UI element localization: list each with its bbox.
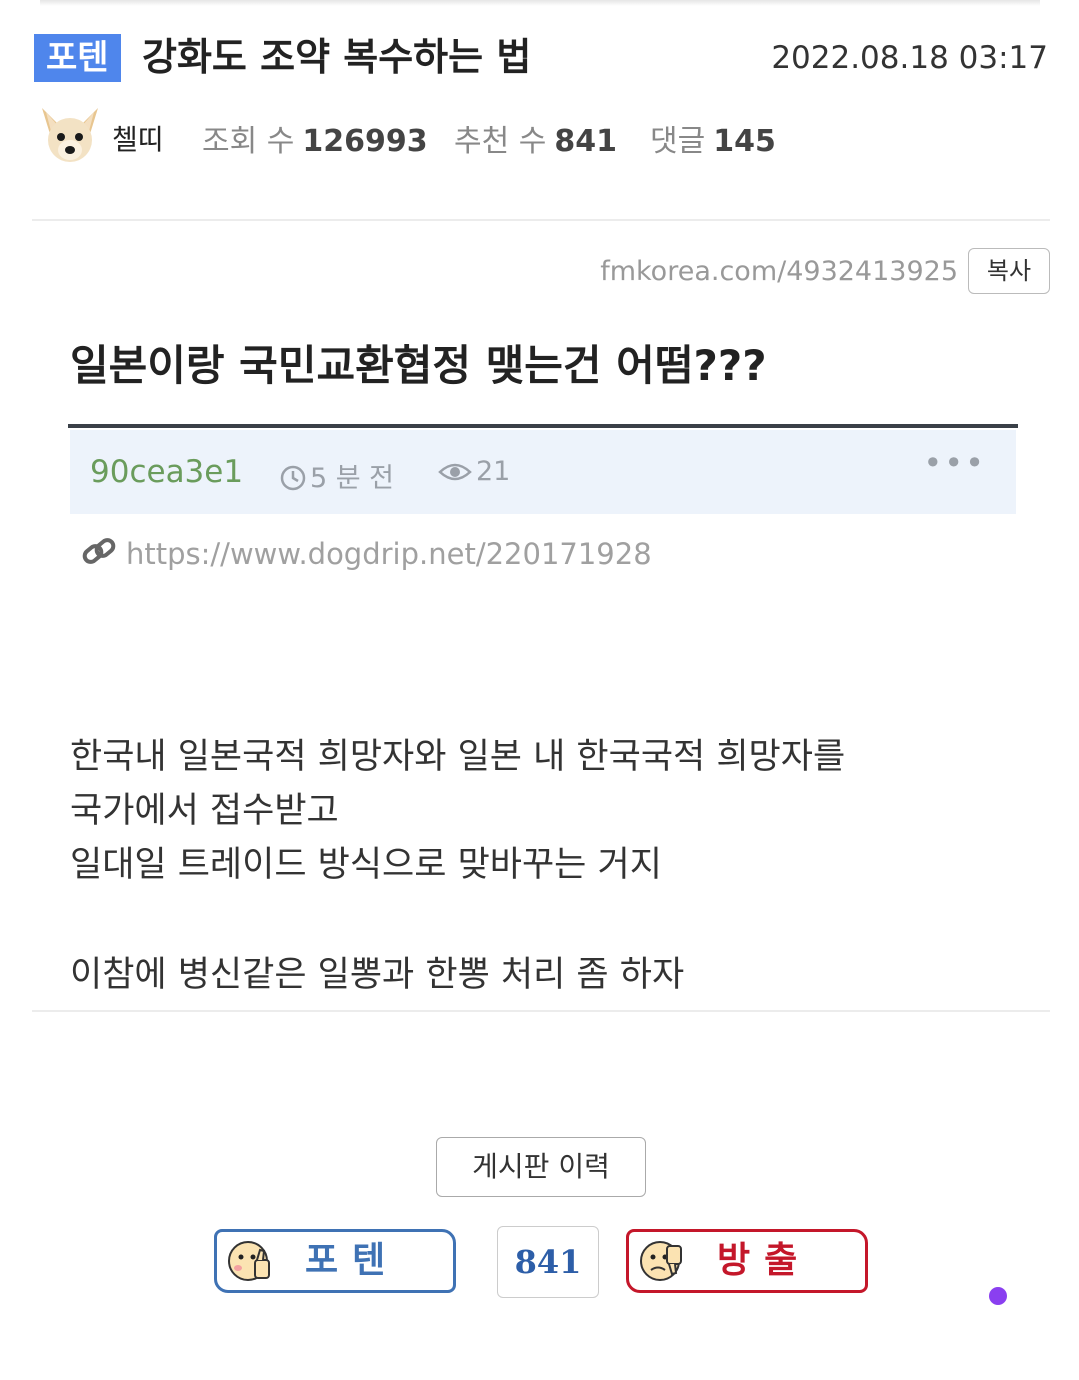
body-line-3: 일대일 트레이드 방식으로 맞바꾸는 거지 [70, 845, 662, 885]
avatar[interactable] [38, 104, 102, 168]
vote-down-button[interactable]: 방출 [626, 1229, 868, 1293]
link-icon [82, 538, 116, 564]
recommend-count-label: 추천 수 [454, 124, 547, 159]
vote-down-label: 방출 [717, 1240, 812, 1281]
view-count-label: 조회 수 [202, 124, 295, 159]
comment-count[interactable]: 댓글 145 [650, 116, 776, 160]
top-shadow [40, 0, 1040, 6]
vote-count: 841 [497, 1226, 599, 1298]
embed-info-bar: 90cea3e1 5 분 전 21 ••• [70, 430, 1016, 514]
comment-count-value: 145 [713, 124, 776, 159]
thumbs-down-face-icon [640, 1241, 682, 1281]
header-divider [32, 219, 1050, 221]
comment-count-label: 댓글 [650, 124, 706, 159]
embed-views: 21 [438, 456, 510, 487]
embed-user: 90cea3e1 [90, 454, 244, 490]
embed-time-text: 5 분 전 [310, 463, 395, 494]
embed-title-underline [68, 424, 1018, 428]
vote-up-button[interactable]: 포텐 [214, 1229, 456, 1293]
body-line-2: 국가에서 접수받고 [70, 791, 339, 831]
board-history-button[interactable]: 게시판 이력 [436, 1137, 646, 1197]
view-count: 조회 수 126993 [202, 116, 428, 160]
embed-link-url: https://www.dogdrip.net/220171928 [126, 537, 652, 571]
post-date: 2022.08.18 03:17 [771, 40, 1048, 76]
post-url[interactable]: fmkorea.com/4932413925 [600, 256, 958, 287]
embed-title: 일본이랑 국민교환협정 맺는건 어떰??? [70, 341, 767, 390]
clock-icon [280, 465, 306, 491]
embed-link: https://www.dogdrip.net/220171928 [80, 534, 652, 571]
vote-up-label: 포텐 [305, 1240, 400, 1281]
thumbs-up-face-icon [228, 1241, 270, 1281]
post-header: 포텐 강화도 조약 복수하는 법 2022.08.18 03:17 [34, 32, 1050, 82]
recommend-count: 추천 수 841 [454, 116, 617, 160]
embed-views-count: 21 [476, 456, 511, 487]
content-divider [32, 1010, 1050, 1012]
author-name[interactable]: 첼띠 [112, 118, 164, 158]
body-line-1: 한국내 일본국적 희망자와 일본 내 한국국적 희망자를 [70, 737, 846, 777]
floating-indicator-dot[interactable] [989, 1287, 1007, 1305]
eye-icon [438, 463, 472, 481]
copy-url-button[interactable]: 복사 [968, 248, 1050, 294]
post-meta: 첼띠 조회 수 126993 추천 수 841 댓글 145 [38, 104, 938, 168]
category-badge[interactable]: 포텐 [34, 34, 121, 82]
recommend-count-value: 841 [554, 124, 617, 159]
post-title: 강화도 조약 복수하는 법 [142, 35, 532, 79]
embed-time: 5 분 전 [280, 456, 394, 495]
view-count-value: 126993 [302, 124, 428, 159]
more-icon: ••• [923, 444, 986, 482]
body-line-4: 이참에 병신같은 일뽕과 한뽕 처리 좀 하자 [70, 955, 685, 995]
